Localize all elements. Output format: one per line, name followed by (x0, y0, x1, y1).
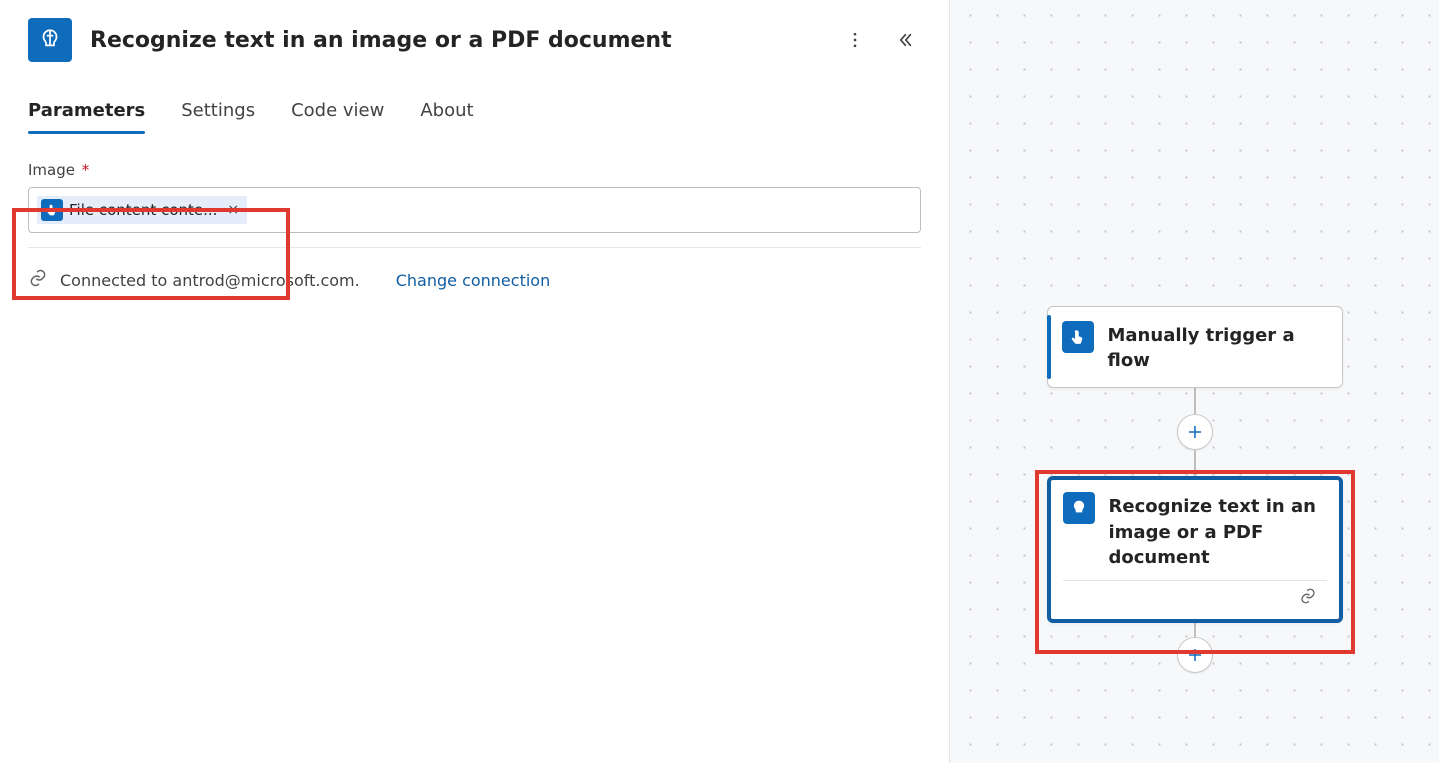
image-input[interactable]: File content conte... × (28, 187, 921, 233)
field-label-image: Image * (28, 161, 921, 179)
connection-text: Connected to antrod@microsoft.com. (60, 271, 360, 290)
tab-parameters[interactable]: Parameters (28, 100, 145, 133)
tab-list: Parameters Settings Code view About (0, 74, 949, 133)
dynamic-content-chip[interactable]: File content conte... × (37, 196, 247, 224)
ai-builder-icon (28, 18, 72, 62)
flow-column: Manually trigger a flow Recognize text i… (1045, 306, 1345, 673)
link-icon (1299, 587, 1317, 609)
properties-panel: Recognize text in an image or a PDF docu… (0, 0, 950, 763)
chip-text: File content conte... (69, 201, 217, 219)
node-footer (1063, 580, 1327, 609)
connector-line (1194, 388, 1196, 414)
field-label-text: Image (28, 161, 75, 179)
flow-canvas[interactable]: Manually trigger a flow Recognize text i… (950, 0, 1439, 763)
ai-builder-icon (1063, 492, 1095, 524)
connector-line (1194, 623, 1196, 637)
panel-header: Recognize text in an image or a PDF docu… (0, 0, 949, 74)
node-trigger[interactable]: Manually trigger a flow (1047, 306, 1343, 388)
connection-info: Connected to antrod@microsoft.com. Chang… (0, 248, 949, 312)
more-options-button[interactable] (839, 24, 871, 56)
add-step-button[interactable] (1177, 637, 1213, 673)
node-recognize-text[interactable]: Recognize text in an image or a PDF docu… (1047, 476, 1343, 623)
tab-settings[interactable]: Settings (181, 100, 255, 133)
change-connection-link[interactable]: Change connection (396, 271, 551, 290)
node-title: Manually trigger a flow (1108, 321, 1328, 373)
add-step-button[interactable] (1177, 414, 1213, 450)
link-icon (28, 268, 48, 292)
panel-title: Recognize text in an image or a PDF docu… (90, 28, 821, 53)
touch-icon (41, 199, 63, 221)
parameters-form: Image * File content conte... × (0, 133, 949, 233)
touch-icon (1062, 321, 1094, 353)
collapse-panel-button[interactable] (889, 24, 921, 56)
connector-arrow (1194, 450, 1196, 476)
node-title: Recognize text in an image or a PDF docu… (1109, 492, 1327, 570)
required-indicator: * (82, 161, 90, 179)
chip-remove-button[interactable]: × (227, 202, 239, 218)
node-wrapper: Recognize text in an image or a PDF docu… (1047, 476, 1343, 623)
tab-code-view[interactable]: Code view (291, 100, 384, 133)
tab-about[interactable]: About (420, 100, 473, 133)
